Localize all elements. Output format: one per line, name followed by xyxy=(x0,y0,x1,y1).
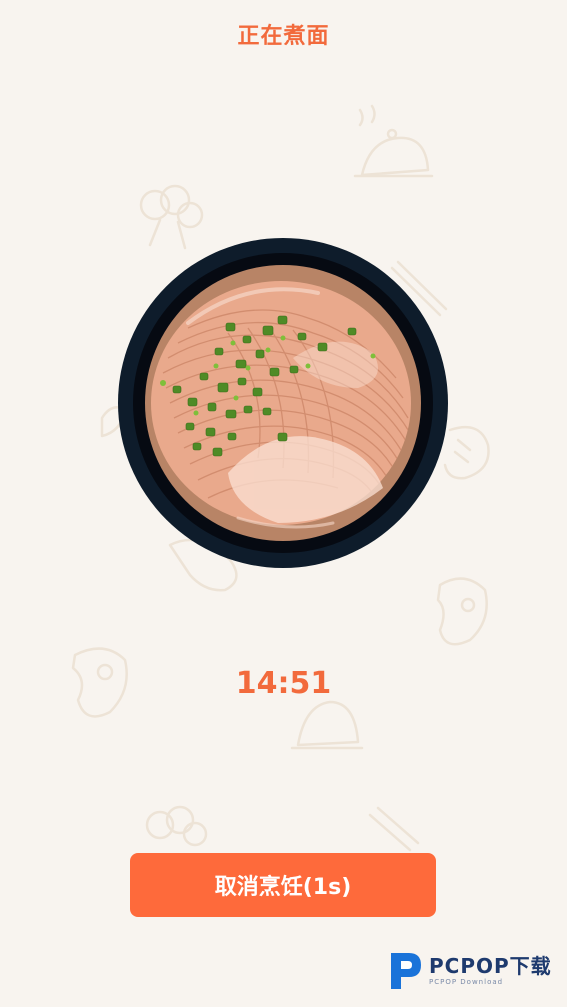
watermark-logo: PCPOP下载 PCPOP Download xyxy=(387,948,552,994)
watermark-subtitle: PCPOP Download xyxy=(429,978,504,986)
shrimp-icon xyxy=(443,425,490,480)
fork-knife-icon xyxy=(368,806,420,852)
pcpop-logo-icon xyxy=(391,953,421,989)
cloche-icon xyxy=(290,700,364,750)
noodle-bowl-illustration xyxy=(118,238,448,568)
steak-icon xyxy=(436,577,488,646)
watermark-brand: PCPOP下载 xyxy=(429,954,552,978)
cooking-timer: 14:51 xyxy=(235,666,332,701)
broccoli-icon xyxy=(145,805,208,847)
page-title: 正在煮面 xyxy=(237,24,330,49)
cancel-cooking-button[interactable]: 取消烹饪(1s) xyxy=(130,853,436,917)
cloche-icon xyxy=(353,104,434,178)
